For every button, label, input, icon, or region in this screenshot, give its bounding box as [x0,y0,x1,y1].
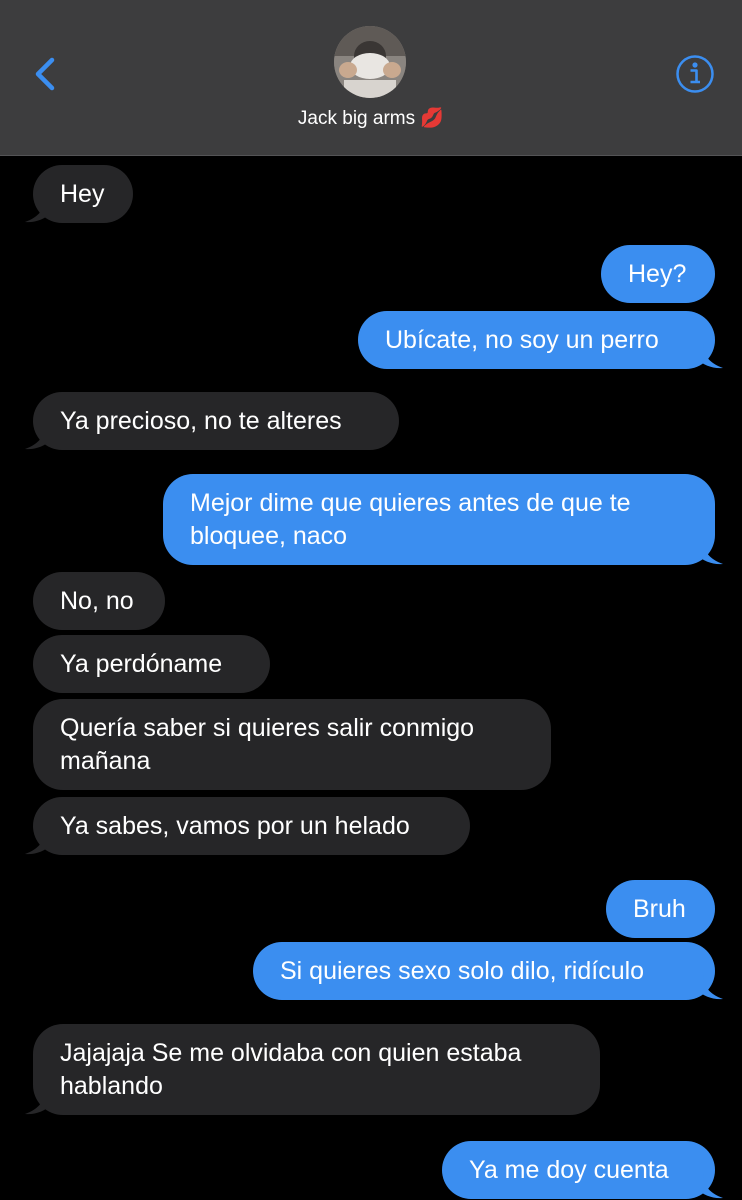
message-text: Mejor dime que quieres antes de que te b… [190,489,631,550]
message-text: Ya precioso, no te alteres [60,407,342,435]
message-bubble: Ya sabes, vamos por un helado [33,797,470,855]
message-bubble: Ubícate, no soy un perro [358,311,715,369]
bubble-tail [697,539,723,565]
message-text: Quería saber si quieres salir conmigo ma… [60,714,475,775]
message-bubble: No, no [33,572,165,630]
message-bubble: Ya perdóname [33,635,270,693]
message-text: Ya sabes, vamos por un helado [60,812,410,840]
message-text: No, no [60,587,134,615]
contact-name[interactable]: Jack big arms 💋 [0,106,742,130]
outgoing-message[interactable]: Si quieres sexo solo dilo, ridículo [253,942,723,1000]
bubble-tail [25,424,51,450]
outgoing-message[interactable]: Ya me doy cuenta [442,1141,723,1199]
bubble-tail [25,829,51,855]
message-text: Hey? [628,260,687,288]
message-text: Ubícate, no soy un perro [385,326,659,354]
message-bubble: Mejor dime que quieres antes de que te b… [163,474,715,565]
conversation-header: Jack big arms 💋 [0,0,742,156]
message-text: Ya me doy cuenta [469,1156,669,1184]
message-bubble: Si quieres sexo solo dilo, ridículo [253,942,715,1000]
message-text: Si quieres sexo solo dilo, ridículo [280,957,645,985]
message-text: Ya perdóname [60,650,223,678]
chevron-left-icon [35,57,55,91]
message-bubble: Jajajaja Se me olvidaba con quien estaba… [33,1024,600,1115]
message-bubble: Bruh [606,880,715,938]
incoming-message[interactable]: Ya perdóname [33,635,270,693]
bubble-tail [697,1173,723,1199]
outgoing-message[interactable]: Ubícate, no soy un perro [358,311,723,369]
message-bubble: Hey? [601,245,715,303]
message-text: Hey [60,180,105,208]
message-bubble: Ya me doy cuenta [442,1141,715,1199]
bubble-tail [25,197,51,223]
bubble-tail [697,974,723,1000]
contact-name-text: Jack big arms [297,108,416,129]
contact-avatar[interactable] [334,26,406,98]
incoming-message[interactable]: No, no [33,572,165,630]
incoming-message[interactable]: Hey [25,165,133,223]
message-text: Jajajaja Se me olvidaba con quien estaba… [60,1039,522,1100]
info-circle-icon [676,55,714,93]
message-text: Bruh [633,895,686,923]
message-thread[interactable]: Hey Hey? Ubícate, no soy un perro Ya precio… [0,155,742,1200]
avatar-photo [334,26,406,98]
incoming-message[interactable]: Ya sabes, vamos por un helado [25,797,470,855]
incoming-message[interactable]: Ya precioso, no te alteres [25,392,399,450]
outgoing-message[interactable]: Hey? [601,245,715,303]
bubble-tail [25,1089,51,1115]
outgoing-message[interactable]: Bruh [606,880,715,938]
outgoing-message[interactable]: Mejor dime que quieres antes de que te b… [163,474,723,565]
incoming-message[interactable]: Jajajaja Se me olvidaba con quien estaba… [25,1024,600,1115]
message-bubble: Ya precioso, no te alteres [33,392,399,450]
bubble-tail [697,343,723,369]
incoming-message[interactable]: Quería saber si quieres salir conmigo ma… [33,699,551,790]
message-bubble: Quería saber si quieres salir conmigo ma… [33,699,551,790]
kiss-mark-emoji: 💋 [420,108,445,129]
info-button[interactable] [675,54,715,94]
back-button[interactable] [28,52,68,96]
